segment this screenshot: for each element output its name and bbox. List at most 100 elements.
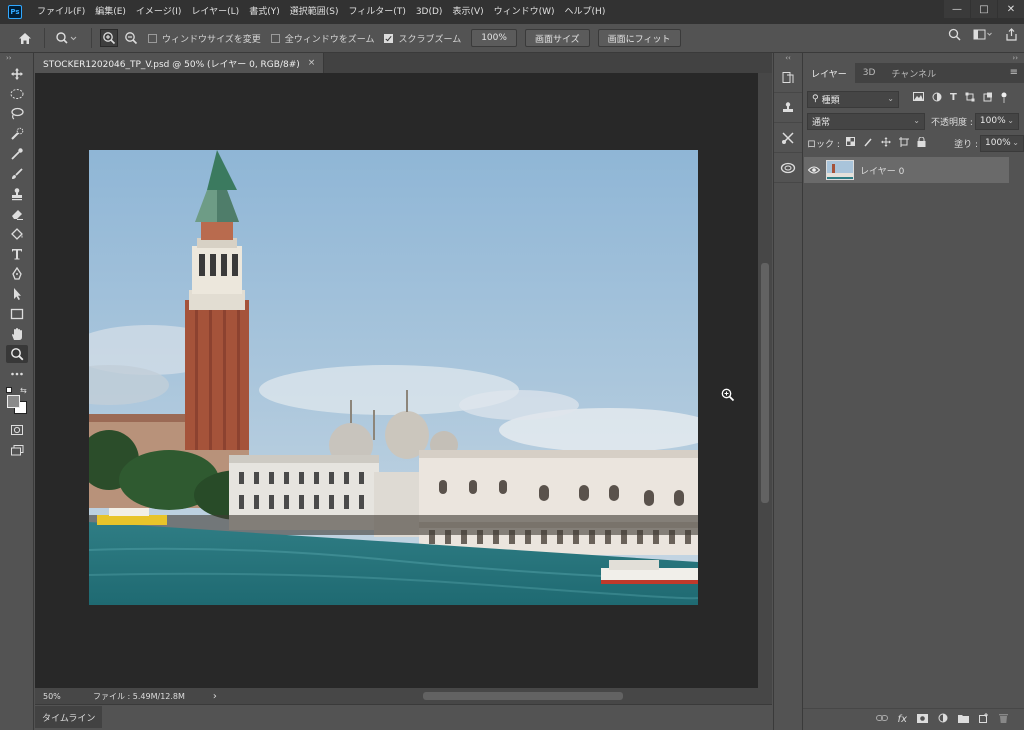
filter-pixel-icon[interactable] [913,91,924,107]
document-tab[interactable]: STOCKER1202046_TP_V.psd @ 50% (レイヤー 0, R… [35,53,325,73]
zoom-100-button[interactable]: 100% [471,29,517,47]
quick-selection-tool-icon[interactable] [6,125,28,143]
adjustment-layer-icon[interactable] [938,713,948,726]
fit-screen-button[interactable]: 画面サイズ [524,29,590,47]
zoom-all-option[interactable]: 全ウィンドウをズーム [270,32,374,45]
vertical-scroll-thumb[interactable] [761,263,769,503]
zoom-in-icon[interactable] [100,29,118,47]
minimize-button[interactable]: — [944,0,970,18]
link-layers-icon[interactable] [875,714,888,725]
pen-tool-icon[interactable] [6,265,28,283]
fill-input[interactable]: 100% ⌄ [980,134,1024,152]
close-button[interactable]: ✕ [998,0,1024,18]
maximize-button[interactable]: □ [971,0,997,18]
tab-channels[interactable]: チャンネル [883,63,944,83]
tab-layers[interactable]: レイヤー [803,63,855,83]
horizontal-scroll-thumb[interactable] [423,692,623,700]
search-icon[interactable] [948,28,961,44]
add-mask-icon[interactable] [917,713,928,726]
menu-edit[interactable]: 編集(E) [90,0,131,24]
close-document-icon[interactable]: × [308,58,316,68]
menu-help[interactable]: ヘルプ(H) [560,0,611,24]
filter-kind-dropdown[interactable]: ⚲ 種類 ⌄ [807,90,899,108]
menu-view[interactable]: 表示(V) [447,0,488,24]
move-tool-icon[interactable] [6,65,28,83]
workspace-icon[interactable] [973,29,993,44]
timeline-tab[interactable]: タイムライン [35,706,103,728]
type-tool-icon[interactable] [6,245,28,263]
default-colors-icon[interactable] [6,387,12,393]
menu-image[interactable]: イメージ(I) [131,0,187,24]
blend-mode-value: 通常 [812,117,831,128]
filter-adjustment-icon[interactable] [932,92,942,107]
eyedropper-tool-icon[interactable] [6,145,28,163]
scrubby-zoom-option[interactable]: スクラブズーム [384,32,461,45]
divider [91,28,92,48]
zoom-tool-preset-icon[interactable] [53,29,79,47]
opacity-input[interactable]: 100% ⌄ [974,112,1019,130]
paint-bucket-tool-icon[interactable] [6,225,28,243]
filter-type-icon[interactable]: T [950,92,957,107]
menu-type[interactable]: 書式(Y) [244,0,285,24]
new-group-icon[interactable] [958,714,969,726]
chevron-down-icon: ⌄ [913,115,920,125]
more-tools-icon[interactable] [6,365,28,383]
lock-all-icon[interactable] [917,136,926,150]
menu-layer[interactable]: レイヤー(L) [186,0,244,24]
vertical-scrollbar[interactable] [758,73,772,688]
rectangle-tool-icon[interactable] [6,305,28,323]
path-selection-tool-icon[interactable] [6,285,28,303]
resize-windows-checkbox[interactable] [148,33,157,43]
lasso-tool-icon[interactable] [6,105,28,123]
collapse-panels-icon[interactable]: ‹‹ [774,53,802,63]
document-image[interactable] [89,150,698,605]
lock-pixels-icon[interactable] [863,137,873,150]
horizontal-scrollbar[interactable] [255,692,775,700]
menu-filter[interactable]: フィルター(T) [343,0,410,24]
menu-3d[interactable]: 3D(D) [411,0,448,24]
canvas-area[interactable] [35,73,758,688]
quick-mask-icon[interactable] [6,421,28,439]
new-layer-icon[interactable] [979,713,989,726]
swap-colors-icon[interactable]: ⇆ [20,386,27,395]
tool-presets-icon[interactable] [774,123,802,153]
fill-screen-button[interactable]: 画面にフィット [597,29,681,47]
home-icon[interactable] [14,28,36,48]
zoom-level[interactable]: 50% [43,692,83,701]
scrubby-zoom-checkbox[interactable] [384,33,394,43]
screen-mode-icon[interactable] [6,441,28,459]
brush-tool-icon[interactable] [6,165,28,183]
filter-toggle-icon[interactable] [1001,92,1007,107]
lock-position-icon[interactable] [880,136,891,150]
menu-file[interactable]: ファイル(F) [32,0,90,24]
stamp-tool-icon[interactable] [6,185,28,203]
menu-window[interactable]: ウィンドウ(W) [489,0,560,24]
marquee-tool-icon[interactable] [6,85,28,103]
filter-smart-object-icon[interactable] [983,92,993,107]
blend-mode-dropdown[interactable]: 通常 ⌄ [807,112,925,130]
eraser-tool-icon[interactable] [6,205,28,223]
foreground-color-swatch[interactable] [7,395,20,408]
lock-transparency-icon[interactable] [845,137,855,149]
history-icon[interactable] [774,63,802,93]
tab-3d[interactable]: 3D [855,63,884,83]
layer-style-icon[interactable]: fx [898,714,907,725]
panel-menu-icon[interactable]: ≡ [1010,67,1018,78]
zoom-all-checkbox[interactable] [270,33,280,43]
visibility-eye-icon[interactable] [804,166,824,174]
zoom-out-icon[interactable] [122,29,140,47]
collapse-toolbar-icon[interactable]: ›› [0,53,33,63]
delete-layer-icon[interactable] [999,713,1008,726]
libraries-icon[interactable] [774,153,802,183]
resize-windows-option[interactable]: ウィンドウサイズを変更 [148,32,261,45]
zoom-tool-icon[interactable] [6,345,28,363]
clone-source-icon[interactable] [774,93,802,123]
hand-tool-icon[interactable] [6,325,28,343]
share-icon[interactable] [1005,28,1018,44]
lock-artboard-icon[interactable] [898,136,909,150]
layer-row[interactable]: レイヤー 0 [804,157,1009,183]
expand-panels-icon[interactable]: ›› [803,53,1024,63]
menu-select[interactable]: 選択範囲(S) [285,0,344,24]
filter-shape-icon[interactable] [965,92,975,107]
status-menu-arrow-icon[interactable]: › [213,691,217,702]
